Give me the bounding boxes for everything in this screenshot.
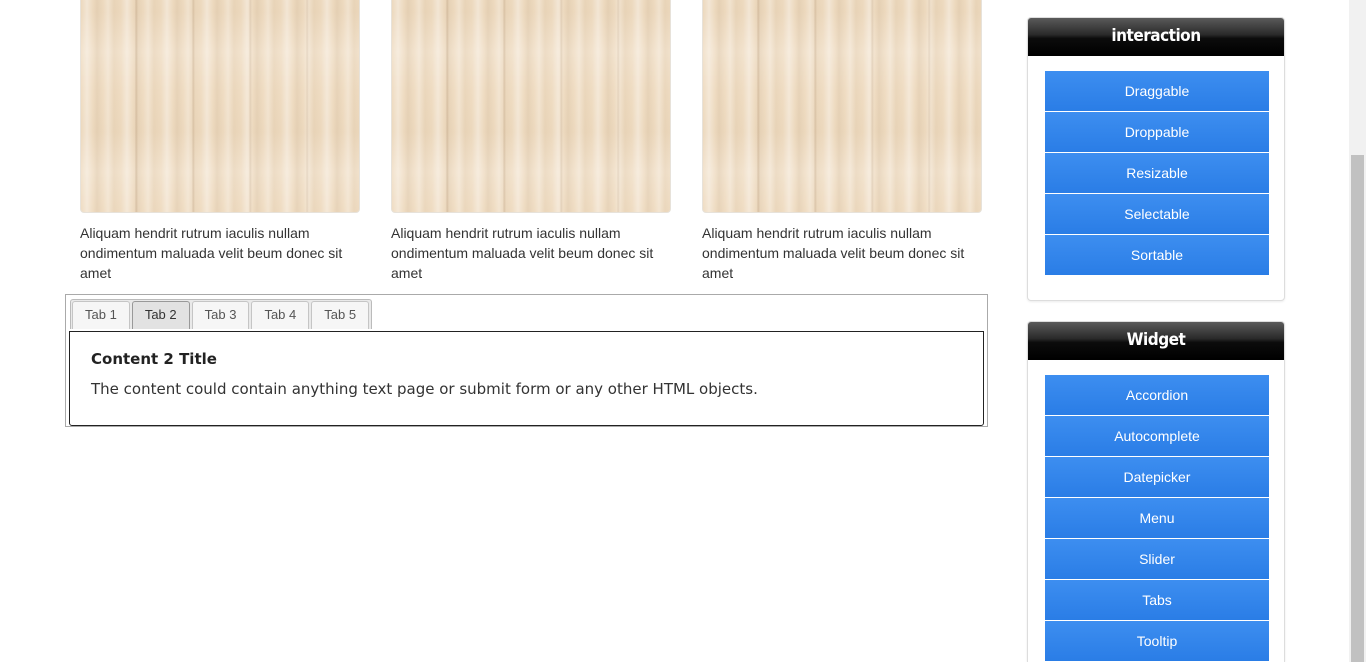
link-sortable[interactable]: Sortable: [1045, 235, 1269, 275]
link-selectable[interactable]: Selectable: [1045, 194, 1269, 234]
tab-4[interactable]: Tab 4: [251, 301, 310, 329]
widget-list: Accordion Autocomplete Datepicker Menu S…: [1028, 360, 1284, 661]
tab-3[interactable]: Tab 3: [191, 301, 250, 329]
scrollbar-thumb[interactable]: [1351, 155, 1364, 662]
gallery-card: Aliquam hendrit rutrum iaculis nullam on…: [391, 0, 671, 283]
link-tabs[interactable]: Tabs: [1045, 580, 1269, 620]
wood-image: [391, 0, 671, 213]
interaction-box: interaction Draggable Droppable Resizabl…: [1027, 17, 1285, 301]
link-resizable[interactable]: Resizable: [1045, 153, 1269, 193]
tabs-widget: Tab 1 Tab 2 Tab 3 Tab 4 Tab 5 Content 2 …: [65, 294, 988, 427]
link-tooltip[interactable]: Tooltip: [1045, 621, 1269, 661]
panel-title: Content 2 Title: [91, 350, 217, 368]
tab-1[interactable]: Tab 1: [72, 301, 130, 329]
interaction-heading: interaction: [1028, 18, 1284, 56]
gallery-card: Aliquam hendrit rutrum iaculis nullam on…: [702, 0, 982, 283]
wood-image: [702, 0, 982, 213]
tab-2[interactable]: Tab 2: [131, 301, 190, 329]
link-accordion[interactable]: Accordion: [1045, 375, 1269, 415]
vertical-scrollbar[interactable]: [1349, 0, 1366, 662]
widget-heading: Widget: [1028, 322, 1284, 360]
page: Aliquam hendrit rutrum iaculis nullam on…: [0, 0, 1366, 662]
link-menu[interactable]: Menu: [1045, 498, 1269, 538]
gallery-caption: Aliquam hendrit rutrum iaculis nullam on…: [391, 225, 654, 281]
tab-bar: Tab 1 Tab 2 Tab 3 Tab 4 Tab 5: [70, 299, 373, 329]
gallery-caption: Aliquam hendrit rutrum iaculis nullam on…: [80, 225, 343, 281]
link-autocomplete[interactable]: Autocomplete: [1045, 416, 1269, 456]
wood-image: [80, 0, 360, 213]
widget-box: Widget Accordion Autocomplete Datepicker…: [1027, 321, 1285, 662]
link-datepicker[interactable]: Datepicker: [1045, 457, 1269, 497]
panel-text: The content could contain anything text …: [91, 380, 758, 398]
link-draggable[interactable]: Draggable: [1045, 71, 1269, 111]
interaction-list: Draggable Droppable Resizable Selectable…: [1028, 56, 1284, 275]
gallery-caption: Aliquam hendrit rutrum iaculis nullam on…: [702, 225, 965, 281]
tab-panel: Content 2 Title The content could contai…: [69, 331, 984, 426]
link-slider[interactable]: Slider: [1045, 539, 1269, 579]
tab-5[interactable]: Tab 5: [311, 301, 370, 329]
link-droppable[interactable]: Droppable: [1045, 112, 1269, 152]
gallery-card: Aliquam hendrit rutrum iaculis nullam on…: [80, 0, 360, 283]
